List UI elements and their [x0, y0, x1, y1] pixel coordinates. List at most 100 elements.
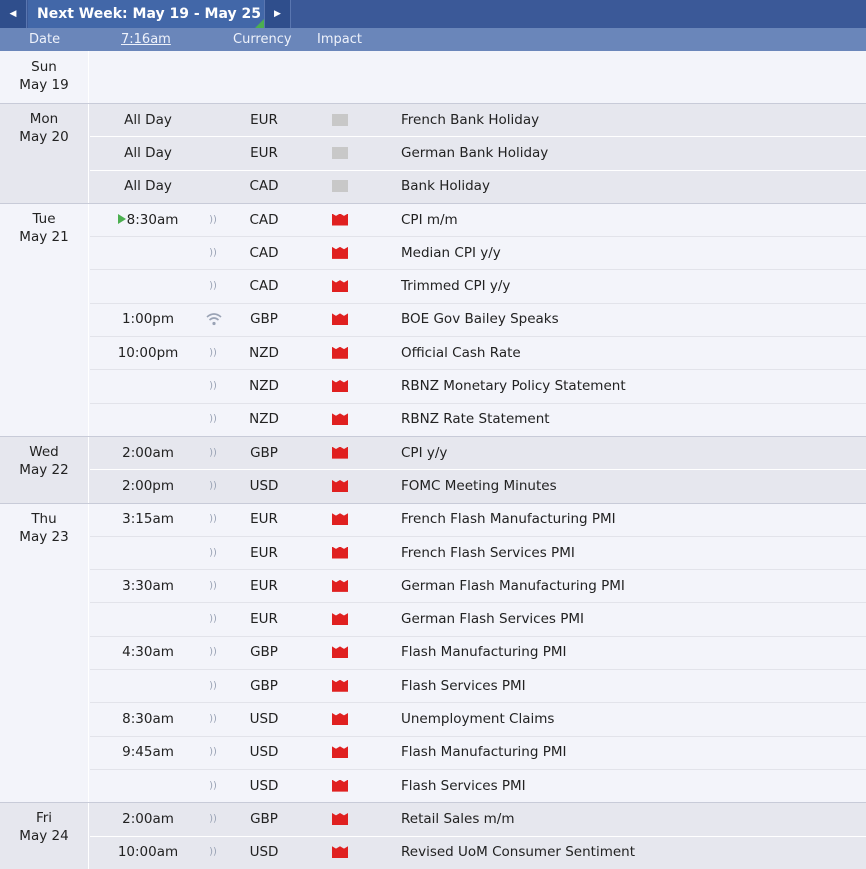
event-name[interactable]: Flash Manufacturing PMI	[401, 644, 567, 660]
high-impact-folder-icon[interactable]	[332, 313, 348, 326]
event-row[interactable]: 3:15am)) EUR French Flash Manufacturing PM…	[90, 503, 866, 536]
high-impact-folder-icon[interactable]	[332, 246, 348, 259]
event-name[interactable]: Flash Services PMI	[401, 678, 526, 694]
high-impact-folder-icon[interactable]	[332, 846, 348, 859]
event-row[interactable]: 8:30am)) CAD CPI m/m	[90, 203, 866, 236]
high-impact-folder-icon[interactable]	[332, 812, 348, 825]
sound-alert-icon[interactable]: ))	[207, 281, 219, 292]
event-name[interactable]: French Bank Holiday	[401, 112, 539, 128]
high-impact-folder-icon[interactable]	[332, 679, 348, 692]
event-row[interactable]: )) EUR German Flash Services PMI	[90, 602, 866, 635]
event-row[interactable]: )) EUR French Flash Services PMI	[90, 536, 866, 569]
sound-alert-icon[interactable]: ))	[207, 614, 219, 625]
high-impact-folder-icon[interactable]	[332, 213, 348, 226]
high-impact-folder-icon[interactable]	[332, 613, 348, 626]
sound-alert-icon[interactable]: ))	[207, 714, 219, 725]
event-name[interactable]: French Flash Manufacturing PMI	[401, 511, 616, 527]
event-row[interactable]: 2:00am)) GBP CPI y/y	[90, 436, 866, 469]
event-time: 10:00am	[90, 844, 206, 860]
high-impact-folder-icon[interactable]	[332, 779, 348, 792]
event-name[interactable]: CPI m/m	[401, 212, 458, 228]
event-row[interactable]: 9:45am)) USD Flash Manufacturing PMI	[90, 736, 866, 769]
event-row[interactable]: 1:00pm GBP BOE Gov Bailey Speaks	[90, 303, 866, 336]
event-time-text: 10:00am	[117, 844, 179, 861]
high-impact-folder-icon[interactable]	[332, 646, 348, 659]
event-name[interactable]: BOE Gov Bailey Speaks	[401, 311, 559, 327]
event-row[interactable]: )) NZD RBNZ Rate Statement	[90, 403, 866, 436]
event-row[interactable]: )) GBP Flash Services PMI	[90, 669, 866, 702]
sound-alert-icon[interactable]: ))	[207, 847, 219, 858]
event-row[interactable]: )) USD Flash Services PMI	[90, 769, 866, 802]
sound-alert-icon[interactable]: ))	[207, 813, 219, 824]
event-row[interactable]: 10:00pm)) NZD Official Cash Rate	[90, 336, 866, 369]
sound-alert-icon[interactable]: ))	[207, 780, 219, 791]
high-impact-folder-icon[interactable]	[332, 746, 348, 759]
high-impact-folder-icon[interactable]	[332, 446, 348, 459]
event-name[interactable]: Unemployment Claims	[401, 711, 554, 727]
sound-alert-icon[interactable]: ))	[207, 347, 219, 358]
event-row[interactable]: 8:30am)) USD Unemployment Claims	[90, 702, 866, 735]
event-name[interactable]: French Flash Services PMI	[401, 545, 575, 561]
high-impact-folder-icon[interactable]	[332, 380, 348, 393]
high-impact-folder-icon[interactable]	[332, 579, 348, 592]
high-impact-folder-icon[interactable]	[332, 713, 348, 726]
sound-alert-icon[interactable]: ))	[207, 480, 219, 491]
high-impact-folder-icon[interactable]	[332, 546, 348, 559]
high-impact-folder-icon[interactable]	[332, 479, 348, 492]
event-name[interactable]: Flash Manufacturing PMI	[401, 744, 567, 760]
event-name[interactable]: FOMC Meeting Minutes	[401, 478, 557, 494]
event-name[interactable]: RBNZ Rate Statement	[401, 411, 550, 427]
event-name[interactable]: Official Cash Rate	[401, 345, 521, 361]
sound-alert-icon[interactable]: ))	[207, 447, 219, 458]
sound-alert-icon[interactable]: ))	[207, 414, 219, 425]
event-name[interactable]: Bank Holiday	[401, 178, 490, 194]
event-row[interactable]: )) CAD Trimmed CPI y/y	[90, 269, 866, 302]
sound-alert-icon[interactable]: ))	[207, 381, 219, 392]
event-currency: CAD	[249, 278, 279, 295]
holiday-impact-folder-icon[interactable]	[332, 146, 348, 159]
high-impact-folder-icon[interactable]	[332, 513, 348, 526]
event-row[interactable]: )) NZD RBNZ Monetary Policy Statement	[90, 369, 866, 402]
high-impact-folder-icon[interactable]	[332, 280, 348, 293]
sound-alert-icon[interactable]: ))	[207, 214, 219, 225]
sound-alert-icon[interactable]: ))	[207, 680, 219, 691]
sound-alert-icon[interactable]: ))	[207, 647, 219, 658]
event-row[interactable]: 2:00pm)) USD FOMC Meeting Minutes	[90, 469, 866, 502]
sound-alert-icon[interactable]: ))	[207, 747, 219, 758]
header-time-link[interactable]: 7:16am	[121, 28, 171, 51]
event-name[interactable]: Flash Services PMI	[401, 778, 526, 794]
day-divider	[0, 802, 866, 804]
day-name: Mon	[29, 111, 59, 127]
event-row[interactable]: 2:00am)) GBP Retail Sales m/m	[90, 802, 866, 835]
live-stream-icon[interactable]	[206, 312, 222, 326]
header-date: Date	[29, 32, 61, 47]
high-impact-folder-icon[interactable]	[332, 346, 348, 359]
sound-alert-icon[interactable]: ))	[207, 247, 219, 258]
event-row[interactable]: All Day CAD Bank Holiday	[90, 170, 866, 203]
event-name[interactable]: German Flash Manufacturing PMI	[401, 578, 625, 594]
holiday-impact-folder-icon[interactable]	[332, 180, 348, 193]
sound-alert-icon[interactable]: ))	[207, 514, 219, 525]
event-name[interactable]: Retail Sales m/m	[401, 811, 515, 827]
event-time-text: All Day	[124, 144, 172, 161]
event-row[interactable]: )) CAD Median CPI y/y	[90, 236, 866, 269]
event-name[interactable]: RBNZ Monetary Policy Statement	[401, 378, 626, 394]
event-name[interactable]: Median CPI y/y	[401, 245, 501, 261]
high-impact-folder-icon[interactable]	[332, 413, 348, 426]
event-name[interactable]: German Bank Holiday	[401, 145, 548, 161]
next-week-button[interactable]: ▶	[264, 0, 291, 28]
event-row[interactable]: All Day EUR German Bank Holiday	[90, 136, 866, 169]
event-name[interactable]: Revised UoM Consumer Sentiment	[401, 844, 635, 860]
holiday-impact-folder-icon[interactable]	[332, 113, 348, 126]
event-row[interactable]: All Day EUR French Bank Holiday	[90, 103, 866, 136]
sound-alert-icon[interactable]: ))	[207, 580, 219, 591]
event-row[interactable]: 3:30am)) EUR German Flash Manufacturing PM…	[90, 569, 866, 602]
day-date: May 19	[19, 77, 69, 93]
event-name[interactable]: German Flash Services PMI	[401, 611, 584, 627]
event-name[interactable]: Trimmed CPI y/y	[401, 278, 510, 294]
event-row[interactable]: 4:30am)) GBP Flash Manufacturing PMI	[90, 636, 866, 669]
prev-week-button[interactable]: ◀	[0, 0, 27, 28]
sound-alert-icon[interactable]: ))	[207, 547, 219, 558]
event-row[interactable]: 10:00am)) USD Revised UoM Consumer Sentime…	[90, 836, 866, 869]
event-name[interactable]: CPI y/y	[401, 445, 447, 461]
